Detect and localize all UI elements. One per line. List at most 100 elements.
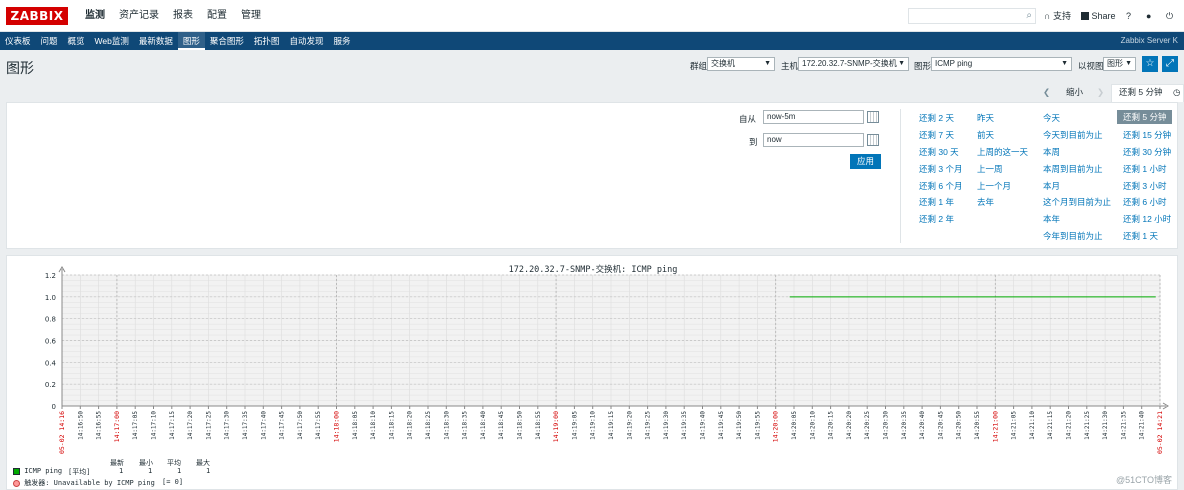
- quick-range-link[interactable]: 还剩 15 分钟: [1123, 129, 1171, 141]
- subnav-dashboard[interactable]: 仪表板: [0, 32, 36, 50]
- x-tick-label: 14:17:10: [151, 411, 158, 440]
- quick-range-link[interactable]: 还剩 1 年: [919, 196, 954, 208]
- headset-icon: ∩: [1044, 11, 1051, 21]
- trigger-condition: [= 0]: [162, 478, 184, 486]
- quick-range-link[interactable]: 还剩 2 年: [919, 213, 954, 225]
- graph-panel: 172.20.32.7-SNMP-交换机: ICMP ping 1.2 1.0 0.…: [6, 255, 1178, 490]
- subnav-web[interactable]: Web监测: [90, 32, 134, 50]
- nav-inventory[interactable]: 资产记录: [112, 0, 166, 32]
- subnav-latest-data[interactable]: 最新数据: [134, 32, 178, 50]
- user-icon[interactable]: ●: [1146, 8, 1151, 24]
- subnav-overview[interactable]: 概览: [63, 32, 90, 50]
- quick-range-link[interactable]: 还剩 30 分钟: [1123, 146, 1171, 158]
- quick-range-link[interactable]: 还剩 12 小时: [1123, 213, 1171, 225]
- power-icon[interactable]: ⏻: [1166, 8, 1173, 24]
- group-select[interactable]: 交换机 ▼: [707, 57, 775, 71]
- nav-configuration[interactable]: 配置: [200, 0, 234, 32]
- favorite-star-icon[interactable]: ☆: [1142, 56, 1158, 72]
- x-tick-label: 14:19:40: [700, 411, 707, 440]
- x-tick-label: 05-02 14:16: [58, 411, 66, 454]
- subnav-discovery[interactable]: 自动发现: [284, 32, 328, 50]
- apply-button[interactable]: 应用: [850, 154, 881, 169]
- trigger-legend: 触发器: Unavailable by ICMP ping: [13, 478, 155, 488]
- search-input[interactable]: ⌕: [908, 8, 1036, 24]
- quick-range-link[interactable]: 还剩 3 个月: [919, 163, 962, 175]
- quick-range-link[interactable]: 去年: [977, 196, 994, 208]
- quick-range-link[interactable]: 前天: [977, 129, 994, 141]
- quick-range-link[interactable]: 昨天: [977, 112, 994, 124]
- subnav-screens[interactable]: 聚合图形: [205, 32, 249, 50]
- quick-range-link[interactable]: 上周的这一天: [977, 146, 1028, 158]
- x-tick-label: 14:19:20: [626, 411, 633, 440]
- watermark: @51CTO博客: [1116, 475, 1172, 485]
- quick-range-link[interactable]: 还剩 1 天: [1123, 230, 1158, 242]
- quick-range-link[interactable]: 本周到目前为止: [1043, 163, 1103, 175]
- x-tick-label: 14:21:25: [1084, 411, 1091, 440]
- subnav-problems[interactable]: 问题: [36, 32, 63, 50]
- next-period-icon[interactable]: ❯: [1097, 84, 1104, 100]
- x-tick-label: 14:18:30: [443, 411, 450, 440]
- x-tick-label: 14:18:05: [352, 411, 359, 440]
- chevron-down-icon: ▼: [898, 60, 905, 67]
- y-tick-label: 1.0: [45, 294, 56, 302]
- x-tick-label: 14:17:20: [187, 411, 194, 440]
- quick-range-active[interactable]: 还剩 5 分钟: [1117, 110, 1173, 124]
- chevron-down-icon: ▼: [1125, 60, 1132, 67]
- quick-range-link[interactable]: 还剩 3 小时: [1123, 180, 1166, 192]
- support-link[interactable]: ∩ 支持: [1044, 8, 1071, 24]
- x-tick-label: 14:20:10: [809, 411, 816, 440]
- from-input[interactable]: now-5m: [763, 110, 864, 124]
- zabbix-logo[interactable]: ZABBIX: [6, 7, 68, 25]
- x-tick-label: 14:18:55: [535, 411, 542, 440]
- calendar-icon[interactable]: [867, 111, 879, 123]
- view-select[interactable]: 图形 ▼: [1103, 57, 1136, 71]
- x-tick-label: 14:20:30: [883, 411, 890, 440]
- quick-range-link[interactable]: 本月: [1043, 180, 1060, 192]
- quick-range-link[interactable]: 还剩 7 天: [919, 129, 954, 141]
- group-select-value: 交换机: [711, 59, 735, 68]
- icmp-ping-chart[interactable]: 1.2 1.0 0.8 0.6 0.4 0.2 005-02 14:16 14:16:50 14…: [7, 256, 1179, 456]
- x-tick-label: 14:16:50: [77, 411, 84, 440]
- quick-range-link[interactable]: 还剩 1 小时: [1123, 163, 1166, 175]
- sub-nav: 仪表板 问题 概览 Web监测 最新数据 图形 聚合图形 拓扑图 自动发现 服务…: [0, 32, 1184, 50]
- quick-range-link[interactable]: 今天: [1043, 112, 1060, 124]
- support-label: 支持: [1052, 11, 1071, 21]
- quick-range-link[interactable]: 还剩 6 个月: [919, 180, 962, 192]
- quick-range-link[interactable]: 今天到目前为止: [1043, 129, 1103, 141]
- trigger-circle-icon: [13, 479, 20, 487]
- chevron-down-icon: ▼: [1061, 60, 1068, 67]
- nav-reports[interactable]: 报表: [166, 0, 200, 32]
- x-tick-label: 14:18:10: [370, 411, 377, 440]
- quick-range-link[interactable]: 还剩 2 天: [919, 112, 954, 124]
- y-tick-label: 0: [52, 403, 56, 411]
- nav-monitoring[interactable]: 监测: [78, 0, 112, 32]
- host-select[interactable]: 172.20.32.7-SNMP-交换机 ▼: [798, 57, 909, 71]
- quick-range-link[interactable]: 还剩 30 天: [919, 146, 959, 158]
- quick-range-link[interactable]: 上一周: [977, 163, 1003, 175]
- clock-icon[interactable]: ◷: [1173, 84, 1180, 100]
- zoom-out-button[interactable]: 缩小: [1066, 84, 1083, 100]
- to-input[interactable]: now: [763, 133, 864, 147]
- share-link[interactable]: Share: [1081, 8, 1116, 24]
- prev-period-icon[interactable]: ❮: [1043, 84, 1050, 100]
- nav-administration[interactable]: 管理: [234, 0, 268, 32]
- quick-range-link[interactable]: 这个月到目前为止: [1043, 196, 1111, 208]
- subnav-maps[interactable]: 拓扑图: [249, 32, 285, 50]
- calendar-icon[interactable]: [867, 134, 879, 146]
- quick-range-link[interactable]: 本周: [1043, 146, 1060, 158]
- time-tabs: ❮ 缩小 ❯ 还剩 5 分钟 ◷: [1035, 84, 1184, 102]
- legend-item: ICMP ping: [13, 467, 62, 475]
- search-icon[interactable]: ⌕: [1026, 10, 1032, 21]
- quick-range-link[interactable]: 本年: [1043, 213, 1060, 225]
- quick-range-link[interactable]: 还剩 6 小时: [1123, 196, 1166, 208]
- help-button[interactable]: ?: [1126, 8, 1131, 24]
- subnav-services[interactable]: 服务: [328, 32, 355, 50]
- quick-range-link[interactable]: 上一个月: [977, 180, 1011, 192]
- graph-select[interactable]: ICMP ping ▼: [931, 57, 1072, 71]
- fullscreen-icon[interactable]: ⤢: [1162, 56, 1178, 72]
- subnav-graphs[interactable]: 图形: [177, 32, 205, 50]
- time-tab-range[interactable]: 还剩 5 分钟: [1119, 84, 1162, 100]
- x-tick-label: 14:17:15: [169, 411, 176, 440]
- x-tick-label: 14:19:10: [590, 411, 597, 440]
- quick-range-link[interactable]: 今年到目前为止: [1043, 230, 1103, 242]
